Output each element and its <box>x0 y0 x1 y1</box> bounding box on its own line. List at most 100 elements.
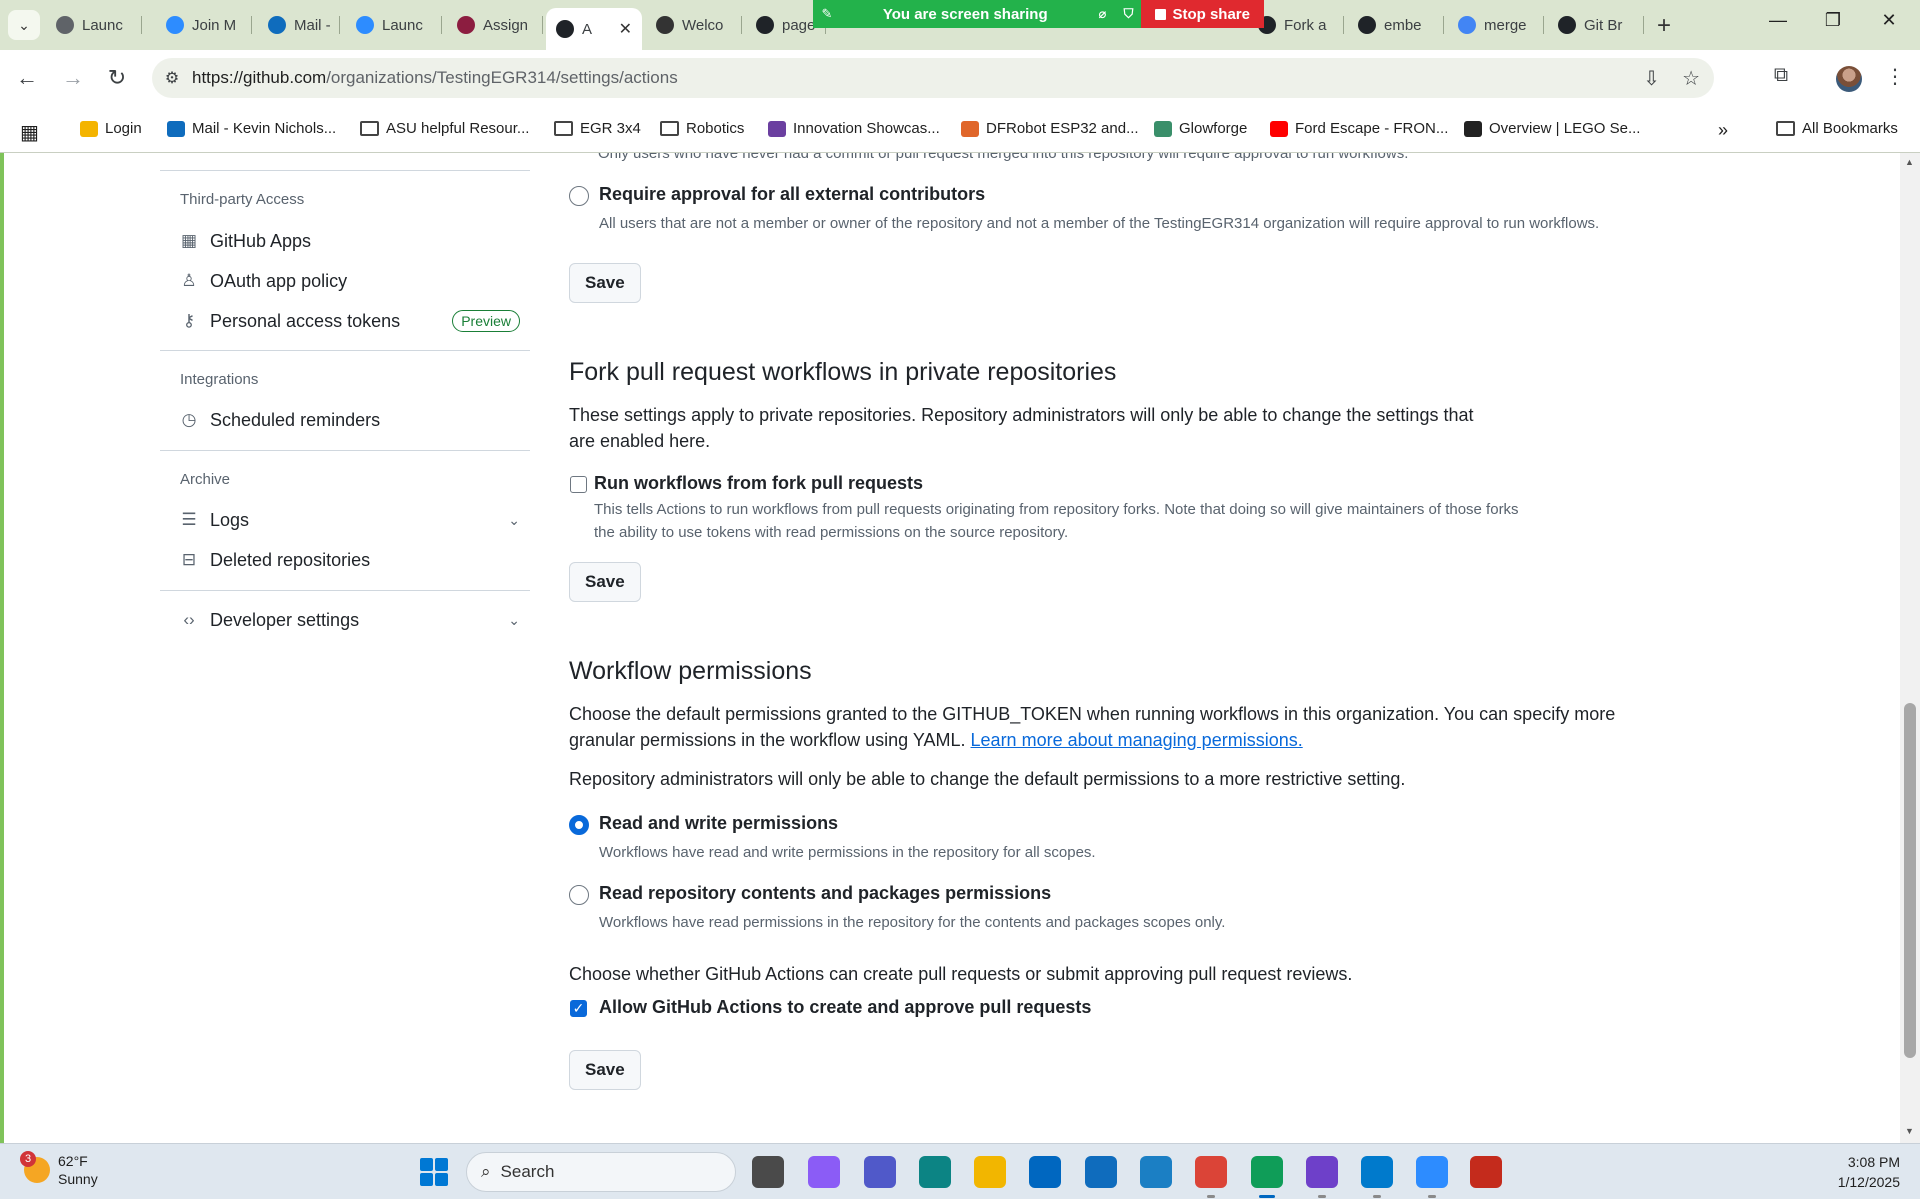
tab-title: Join M <box>192 16 237 34</box>
site-settings-icon[interactable]: ⚙ <box>152 68 192 88</box>
folder-icon <box>660 121 679 136</box>
sidebar-item-logs[interactable]: ☰ Logs ⌄ <box>180 503 520 537</box>
bookmark-label: Innovation Showcas... <box>793 120 940 137</box>
save-button[interactable]: Save <box>569 263 641 303</box>
weather-widget[interactable]: 3 62°F Sunny <box>20 1151 98 1188</box>
weather-desc: Sunny <box>58 1171 98 1187</box>
sidebar-item-deleted-repositories[interactable]: ⊟ Deleted repositories <box>180 543 520 577</box>
sidebar-item-github-apps[interactable]: ▦ GitHub Apps <box>180 224 520 258</box>
page-scrollbar[interactable]: ▲ ▼ <box>1900 153 1920 1143</box>
more-bookmarks-icon[interactable]: » <box>1718 120 1728 141</box>
reload-icon[interactable]: ↻ <box>102 64 132 94</box>
allow-actions-create-pr-checkbox[interactable]: ✓ <box>570 1000 587 1017</box>
store-icon[interactable] <box>1029 1156 1061 1188</box>
browser-tab[interactable]: embe <box>1348 8 1444 42</box>
require-all-external-radio[interactable] <box>569 186 589 206</box>
zoom-icon[interactable] <box>1416 1156 1448 1198</box>
log-icon: ☰ <box>181 510 197 529</box>
read-write-permissions-radio[interactable] <box>569 815 589 835</box>
read-write-permissions-desc: Workflows have read and write permission… <box>599 844 1096 861</box>
address-bar[interactable]: ⚙ https://github.com/organizations/Testi… <box>152 58 1714 98</box>
forward-icon[interactable]: → <box>58 64 88 94</box>
scroll-down-icon[interactable]: ▼ <box>1905 1126 1914 1136</box>
bookmark-item[interactable]: ASU helpful Resour... <box>360 120 529 137</box>
bookmark-item[interactable]: Robotics <box>660 120 744 137</box>
extensions-icon[interactable]: ⧉ <box>1766 64 1796 87</box>
fork-pr-section-title: Fork pull request workflows in private r… <box>569 358 1117 386</box>
mic-off-icon[interactable]: ⌀ <box>1089 6 1115 22</box>
taskbar-search[interactable]: ⌕ Search <box>466 1152 736 1192</box>
browser-tab[interactable]: Launc <box>46 8 142 42</box>
system-clock[interactable]: 3:08 PM 1/12/2025 <box>1838 1152 1900 1192</box>
browser-tab[interactable]: Join M <box>156 8 252 42</box>
browser-tab[interactable]: Git Br <box>1548 8 1644 42</box>
browser-tab[interactable]: Mail - <box>258 8 340 42</box>
pin-icon[interactable]: ✎ <box>813 6 841 22</box>
back-icon[interactable]: ← <box>12 64 42 94</box>
dfrobot-icon <box>961 120 979 137</box>
sun-icon: 3 <box>20 1151 50 1183</box>
run-fork-workflows-checkbox[interactable] <box>570 476 587 493</box>
sidebar-item-developer-settings[interactable]: ‹› Developer settings ⌄ <box>180 603 520 637</box>
outlook-icon[interactable] <box>1085 1156 1117 1188</box>
save-button[interactable]: Save <box>569 1050 641 1090</box>
teams-icon[interactable] <box>864 1156 896 1188</box>
browser-tab[interactable]: A ✕ <box>546 8 642 50</box>
new-tab-button[interactable]: + <box>1650 12 1678 40</box>
calculator-icon[interactable] <box>1140 1156 1172 1188</box>
learn-more-permissions-link[interactable]: Learn more about managing permissions. <box>971 730 1303 750</box>
browser-tab[interactable]: merge <box>1448 8 1544 42</box>
file-explorer-mini-icon[interactable] <box>752 1156 784 1188</box>
url-text[interactable]: https://github.com/organizations/Testing… <box>192 68 678 88</box>
tab-title: merge <box>1484 16 1527 34</box>
github-desktop-icon[interactable] <box>1306 1156 1338 1198</box>
workflow-permissions-desc: Choose the default permissions granted t… <box>569 704 1616 750</box>
browser-tab[interactable]: Assign <box>447 8 543 42</box>
vscode-icon[interactable] <box>1361 1156 1393 1198</box>
browser-tab[interactable]: Launc <box>346 8 442 42</box>
restore-icon[interactable]: ❐ <box>1813 10 1853 31</box>
bookmark-item[interactable]: Login <box>80 120 142 137</box>
scrollbar-thumb[interactable] <box>1904 703 1916 1058</box>
close-tab-icon[interactable]: ✕ <box>619 19 632 39</box>
workflow-permissions-note: Repository administrators will only be a… <box>569 769 1406 789</box>
save-button[interactable]: Save <box>569 562 641 602</box>
sidebar-divider <box>160 350 530 351</box>
read-only-permissions-radio[interactable] <box>569 885 589 905</box>
browser-menu-icon[interactable]: ⋮ <box>1880 64 1910 89</box>
scroll-up-icon[interactable]: ▲ <box>1905 157 1914 167</box>
bookmark-item[interactable]: Glowforge <box>1154 120 1247 137</box>
bookmark-item[interactable]: DFRobot ESP32 and... <box>961 120 1139 137</box>
tab-search-button[interactable]: ⌄ <box>8 10 40 40</box>
install-app-icon[interactable]: ⇩ <box>1643 66 1660 91</box>
sidebar-item-scheduled-reminders[interactable]: ◷ Scheduled reminders <box>180 403 520 437</box>
minimize-icon[interactable]: — <box>1758 10 1798 31</box>
edge-icon[interactable] <box>919 1156 951 1188</box>
copilot-icon[interactable] <box>808 1156 840 1188</box>
all-bookmarks[interactable]: All Bookmarks <box>1776 120 1898 137</box>
chrome-icon[interactable] <box>1195 1156 1227 1198</box>
stop-share-button[interactable]: Stop share <box>1141 0 1264 28</box>
sidebar-item-personal-access-tokens[interactable]: ⚷ Personal access tokens Preview <box>180 304 520 338</box>
browser-tab[interactable]: Welco <box>646 8 742 42</box>
snipping-tool-icon[interactable] <box>1470 1156 1502 1188</box>
profile-avatar[interactable] <box>1836 66 1862 92</box>
bookmark-item[interactable]: Mail - Kevin Nichols... <box>167 120 336 137</box>
apps-grid-icon[interactable]: ▦ <box>20 120 39 145</box>
allow-actions-create-pr-label: Allow GitHub Actions to create and appro… <box>599 997 1092 1017</box>
bookmark-star-icon[interactable]: ☆ <box>1682 66 1700 91</box>
folder-icon[interactable] <box>974 1156 1006 1188</box>
windows-start-icon[interactable] <box>420 1158 448 1186</box>
bookmark-label: DFRobot ESP32 and... <box>986 120 1139 137</box>
chevron-down-icon[interactable]: ⌄ <box>508 512 520 529</box>
sidebar-item-oauth-policy[interactable]: ♙ OAuth app policy <box>180 264 520 298</box>
apps-icon: ▦ <box>180 231 198 250</box>
bookmark-item[interactable]: EGR 3x4 <box>554 120 641 137</box>
bookmark-item[interactable]: Innovation Showcas... <box>768 120 940 137</box>
chevron-down-icon[interactable]: ⌄ <box>508 612 520 629</box>
bookmark-item[interactable]: Ford Escape - FRON... <box>1270 120 1448 137</box>
bookmark-item[interactable]: Overview | LEGO Se... <box>1464 120 1640 137</box>
window-close-icon[interactable]: ✕ <box>1869 10 1909 31</box>
chrome-profile-icon[interactable] <box>1251 1156 1283 1198</box>
tab-title: Mail - <box>294 16 331 34</box>
